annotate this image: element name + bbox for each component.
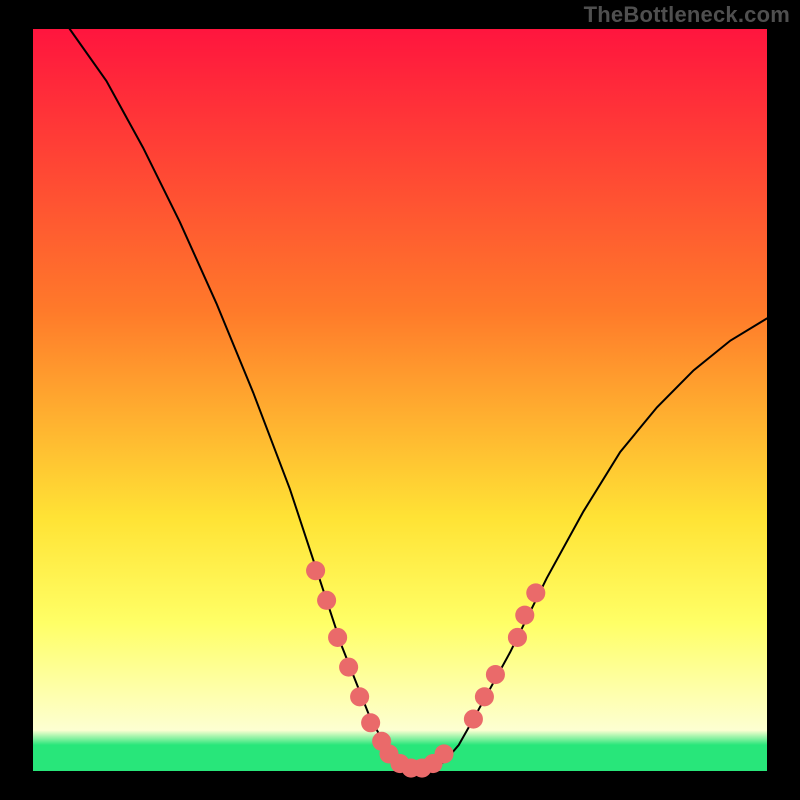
- data-dot: [361, 713, 380, 732]
- data-dot: [475, 687, 494, 706]
- chart-frame: TheBottleneck.com: [0, 0, 800, 800]
- data-dot: [317, 591, 336, 610]
- data-dot: [306, 561, 325, 580]
- data-dot: [526, 583, 545, 602]
- bottleneck-chart: [0, 0, 800, 800]
- plot-background: [33, 29, 767, 771]
- data-dot: [515, 606, 534, 625]
- data-dot: [328, 628, 347, 647]
- data-dot: [339, 658, 358, 677]
- data-dot: [486, 665, 505, 684]
- data-dot: [350, 687, 369, 706]
- data-dot: [435, 744, 454, 763]
- data-dot: [508, 628, 527, 647]
- data-dot: [464, 710, 483, 729]
